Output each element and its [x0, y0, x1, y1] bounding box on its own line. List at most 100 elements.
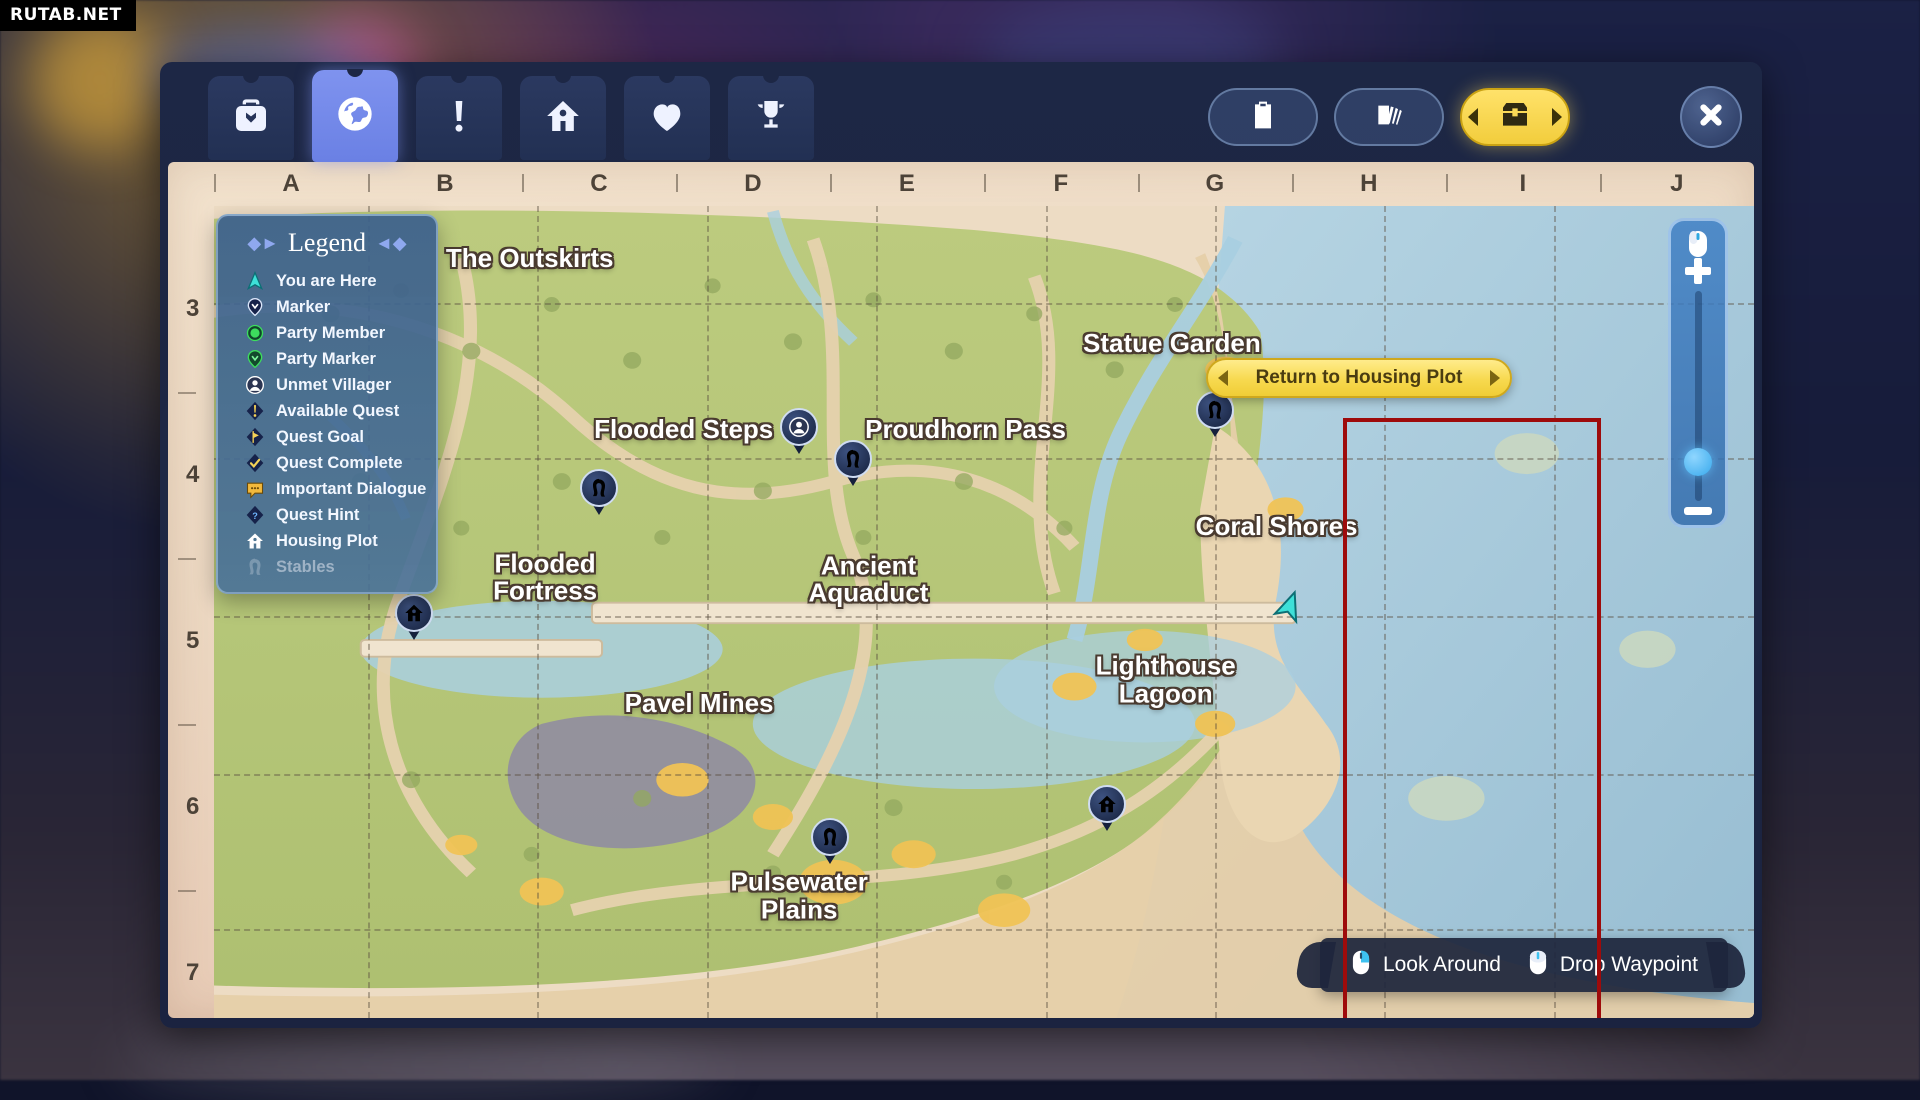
legend-deco-right-icon: ◄◆: [375, 233, 407, 254]
zoom-track[interactable]: [1695, 291, 1702, 501]
map-column-tick: [1446, 174, 1448, 192]
map-column-label: I: [1519, 170, 1526, 198]
site-watermark: RUTAB.NET: [0, 0, 136, 31]
map-column-tick: [1600, 174, 1602, 192]
exclamation-icon: [439, 96, 479, 141]
close-button[interactable]: [1680, 86, 1742, 148]
action-hint-label: Look Around: [1383, 953, 1501, 977]
clipboard-icon: [1247, 99, 1279, 136]
stables-pin[interactable]: [580, 469, 618, 515]
action-hint-look-around[interactable]: Look Around: [1350, 949, 1501, 982]
tab-map[interactable]: [312, 70, 398, 162]
map-zoom-slider[interactable]: [1668, 218, 1728, 528]
speech-bubble-icon: [244, 478, 266, 500]
map-column-tick: [984, 174, 986, 192]
marker-pin-icon: [244, 296, 266, 318]
map-window: ABCDEFGHIJ 34567: [160, 62, 1762, 1028]
map-row-tick: [178, 724, 196, 726]
mouse-middle-icon: [1527, 949, 1549, 982]
legend-item-label: Stables: [276, 558, 335, 577]
legend-item-label: Party Member: [276, 324, 385, 343]
horseshoe-icon: [580, 469, 618, 507]
action-hint-bar: Look Around Drop Waypoint: [1320, 938, 1728, 992]
tab-quests[interactable]: [416, 76, 502, 160]
map-column-tick: [522, 174, 524, 192]
legend-item-marker: Marker: [218, 294, 436, 320]
stables-pin[interactable]: [811, 818, 849, 864]
map-column-label: H: [1360, 170, 1377, 198]
legend-item-label: Quest Complete: [276, 454, 403, 473]
top-tab-strip: [160, 62, 1762, 162]
map-paper: ABCDEFGHIJ 34567: [168, 162, 1754, 1018]
journal-button[interactable]: [1208, 88, 1318, 146]
chevron-left-icon: [1468, 108, 1478, 126]
map-column-label: D: [744, 170, 761, 198]
legend-item-label: Unmet Villager: [276, 376, 391, 395]
map-terrain: [214, 206, 1754, 1018]
tab-achievements[interactable]: [728, 76, 814, 160]
villager-icon: [244, 374, 266, 396]
zoom-handle[interactable]: [1684, 448, 1712, 476]
house-icon: [395, 594, 433, 632]
map-row-tick: [178, 558, 196, 560]
legend-item-important-dialogue: Important Dialogue: [218, 476, 436, 502]
tab-inventory[interactable]: [208, 76, 294, 160]
map-column-label: E: [899, 170, 915, 198]
flag-icon: [244, 426, 266, 448]
legend-item-label: You are Here: [276, 272, 377, 291]
map-column-tick: [368, 174, 370, 192]
action-hint-drop-waypoint[interactable]: Drop Waypoint: [1527, 949, 1698, 982]
map-column-label: C: [590, 170, 607, 198]
map-canvas[interactable]: The OutskirtsStatue GardenFlooded StepsP…: [214, 206, 1754, 1018]
shop-button[interactable]: [1460, 88, 1570, 146]
close-icon: [1696, 100, 1726, 135]
legend-item-label: Party Marker: [276, 350, 376, 369]
legend-item-unmet-villager: Unmet Villager: [218, 372, 436, 398]
stables-pin[interactable]: [834, 440, 872, 486]
backpack-icon: [231, 96, 271, 141]
banner-arrow-right-icon: [1490, 370, 1500, 386]
legend-item-you-are-here: You are Here: [218, 268, 436, 294]
return-to-housing-plot-banner[interactable]: Return to Housing Plot: [1206, 358, 1512, 398]
player-arrow-icon: [244, 270, 266, 292]
action-hint-label: Drop Waypoint: [1560, 953, 1698, 977]
map-column-tick: [676, 174, 678, 192]
house-icon: [1088, 785, 1126, 823]
exclamation-icon: [244, 400, 266, 422]
horseshoe-icon: [244, 556, 266, 578]
map-row-tick: [178, 890, 196, 892]
legend-panel: ◆► Legend ◄◆ You are Here Marker Party Mem…: [216, 214, 438, 594]
legend-item-quest-hint: ?Quest Hint: [218, 502, 436, 528]
globe-icon: [335, 94, 375, 139]
map-column-tick: [214, 174, 216, 192]
legend-title: ◆► Legend ◄◆: [218, 224, 436, 268]
legend-item-available-quest: Available Quest: [218, 398, 436, 424]
house-icon: [543, 96, 583, 141]
zoom-out-button[interactable]: [1684, 507, 1712, 515]
legend-item-party-member: Party Member: [218, 320, 436, 346]
map-row-label: 3: [186, 295, 199, 323]
legend-item-label: Marker: [276, 298, 330, 317]
villager-icon: [780, 408, 818, 446]
zoom-in-button[interactable]: [1685, 267, 1711, 275]
legend-item-party-marker: Party Marker: [218, 346, 436, 372]
villager-pin[interactable]: [780, 408, 818, 454]
horseshoe-icon: [811, 818, 849, 856]
legend-item-label: Available Quest: [276, 402, 399, 421]
map-row-tick: [178, 392, 196, 394]
map-column-label: G: [1206, 170, 1225, 198]
stables-pin[interactable]: [1196, 391, 1234, 437]
legend-item-label: Housing Plot: [276, 532, 378, 551]
legend-items: You are Here Marker Party Member Party Mark…: [218, 268, 436, 580]
housing-pin[interactable]: [395, 594, 433, 640]
tab-housing[interactable]: [520, 76, 606, 160]
tab-relationships[interactable]: [624, 76, 710, 160]
map-row-label: 6: [186, 793, 199, 821]
map-column-tick: [830, 174, 832, 192]
cards-icon: [1373, 99, 1405, 136]
legend-item-label: Important Dialogue: [276, 480, 426, 499]
question-icon: ?: [244, 504, 266, 526]
map-row-label: 4: [186, 461, 199, 489]
collection-button[interactable]: [1334, 88, 1444, 146]
housing-pin[interactable]: [1088, 785, 1126, 831]
